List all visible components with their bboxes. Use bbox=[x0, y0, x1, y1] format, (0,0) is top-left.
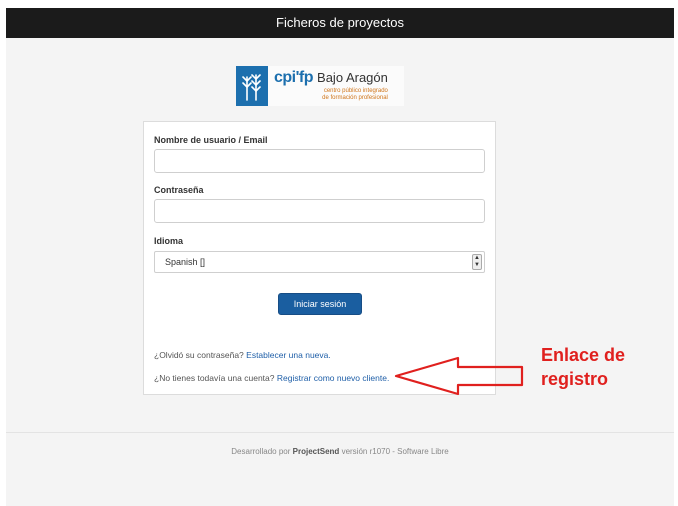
footer-divider bbox=[6, 432, 674, 433]
logo-name: Bajo Aragón bbox=[317, 70, 388, 85]
language-select[interactable]: Spanish [] ▲ ▼ bbox=[154, 251, 485, 273]
select-arrows-icon: ▲ ▼ bbox=[472, 254, 482, 270]
footer-suffix: versión r1070 - Software Libre bbox=[341, 447, 449, 456]
language-label: Idioma bbox=[154, 236, 184, 246]
footer: Desarrollado por ProjectSend versión r10… bbox=[6, 447, 674, 456]
forgot-password-line: ¿Olvidó su contraseña? Establecer una nu… bbox=[154, 350, 331, 360]
forgot-password-text: ¿Olvidó su contraseña? bbox=[154, 350, 244, 360]
institution-logo: cpi'fp Bajo Aragón centro público integr… bbox=[236, 66, 404, 106]
logo-wheat-icon bbox=[236, 66, 268, 106]
register-link[interactable]: Registrar como nuevo cliente. bbox=[277, 373, 389, 383]
language-selected-value: Spanish [] bbox=[165, 257, 206, 267]
page-margin-left bbox=[0, 0, 6, 506]
logo-acronym: cpi'fp bbox=[274, 69, 314, 86]
annotation-line-1: Enlace de bbox=[541, 345, 626, 365]
reset-password-link[interactable]: Establecer una nueva. bbox=[246, 350, 331, 360]
logo-subtitle-2: de formación profesional bbox=[322, 95, 388, 101]
login-form: Nombre de usuario / Email Contraseña Idi… bbox=[143, 121, 496, 395]
password-label: Contraseña bbox=[154, 185, 204, 195]
logo-subtitle-1: centro público integrado bbox=[323, 88, 388, 94]
annotation-label: Enlace de registro bbox=[541, 343, 625, 391]
username-label: Nombre de usuario / Email bbox=[154, 135, 268, 145]
page-margin-right bbox=[674, 0, 678, 506]
footer-brand-link[interactable]: ProjectSend bbox=[293, 447, 340, 456]
annotation-line-2: registro bbox=[541, 369, 609, 389]
login-button[interactable]: Iniciar sesión bbox=[278, 293, 362, 315]
password-input[interactable] bbox=[154, 199, 485, 223]
header-bar: Ficheros de proyectos bbox=[6, 8, 674, 38]
footer-prefix: Desarrollado por bbox=[231, 447, 291, 456]
red-arrow-icon bbox=[394, 356, 524, 396]
register-line: ¿No tienes todavía una cuenta? Registrar… bbox=[154, 373, 389, 383]
register-text: ¿No tienes todavía una cuenta? bbox=[154, 373, 275, 383]
logo-text: cpi'fp Bajo Aragón centro público integr… bbox=[274, 70, 388, 102]
page-margin-top bbox=[0, 0, 678, 8]
page-title: Ficheros de proyectos bbox=[276, 15, 404, 30]
username-input[interactable] bbox=[154, 149, 485, 173]
